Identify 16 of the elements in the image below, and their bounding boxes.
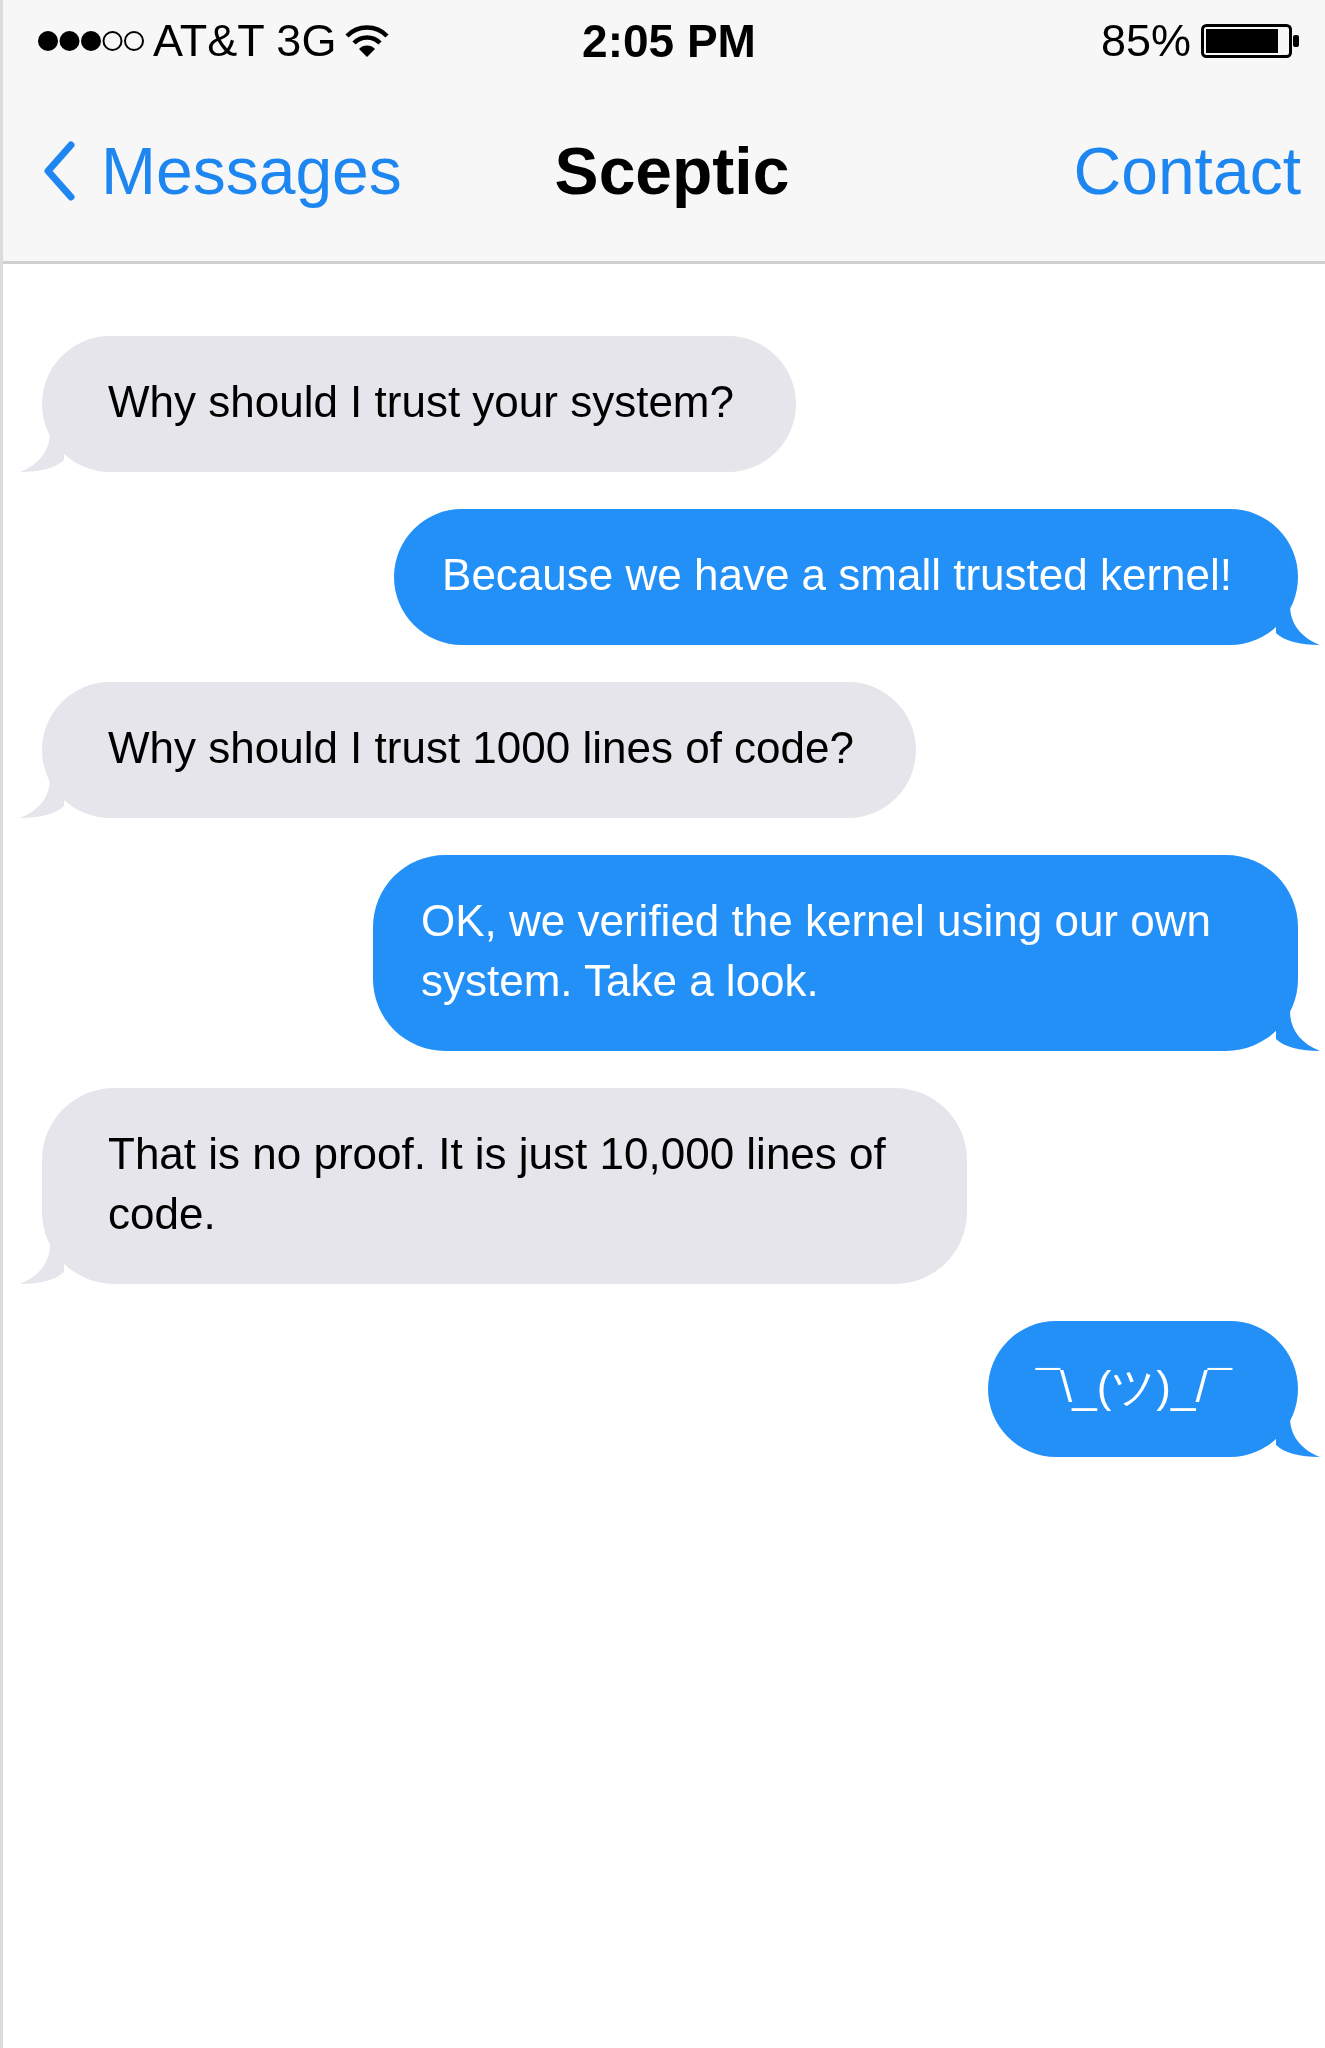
message-text: Why should I trust your system? — [108, 377, 734, 426]
message-text: Because we have a small trusted kernel! — [442, 550, 1232, 599]
contact-button[interactable]: Contact — [1073, 133, 1301, 209]
battery-percentage: 85% — [1100, 14, 1191, 67]
back-button[interactable]: Messages — [43, 133, 402, 209]
battery-icon — [1201, 23, 1301, 58]
signal-icon — [37, 29, 145, 52]
time-label: 2:05 PM — [582, 13, 756, 68]
conversation-title: Sceptic — [554, 133, 790, 209]
wifi-icon — [344, 23, 391, 58]
message-text: Why should I trust 1000 lines of code? — [108, 723, 854, 772]
chevron-left-icon — [43, 141, 75, 201]
carrier-label: AT&T 3G — [153, 14, 337, 67]
message-text: OK, we verified the kernel using our own system. Take a look. — [421, 896, 1211, 1005]
message-text: That is no proof. It is just 10,000 lines of code. — [108, 1129, 886, 1238]
message-text: ¯\_(ツ)_/¯ — [1035, 1362, 1232, 1411]
